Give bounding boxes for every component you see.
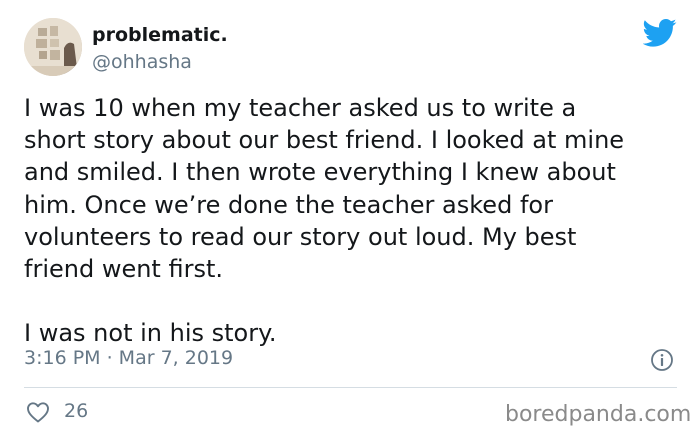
divider xyxy=(24,387,677,388)
heart-outline-icon[interactable] xyxy=(26,401,50,423)
info-circle-icon[interactable] xyxy=(650,348,674,372)
tweet-timestamp[interactable]: 3:16 PM · Mar 7, 2019 xyxy=(24,347,233,369)
twitter-bird-icon[interactable] xyxy=(643,18,677,48)
tweet-text: I was 10 when my teacher asked us to wri… xyxy=(24,94,625,348)
avatar[interactable] xyxy=(24,18,82,76)
user-handle[interactable]: @ohhasha xyxy=(92,51,192,73)
display-name[interactable]: problematic. xyxy=(92,24,228,46)
like-count: 26 xyxy=(64,400,89,422)
watermark: boredpanda.com xyxy=(505,402,692,427)
